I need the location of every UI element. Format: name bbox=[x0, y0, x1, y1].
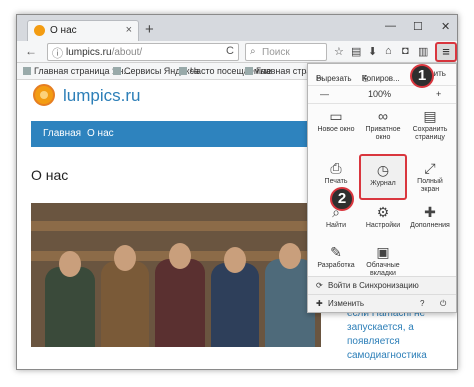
home-icon[interactable]: ⌂ bbox=[385, 45, 392, 57]
customize-button[interactable]: Изменить bbox=[328, 299, 364, 308]
tab-close-icon[interactable]: × bbox=[126, 24, 132, 36]
addons-label: Дополнения bbox=[410, 222, 450, 229]
cut-label: Вырезать bbox=[316, 74, 352, 83]
bookmark-favicon-icon bbox=[113, 67, 121, 75]
new-window-label: Новое окно bbox=[317, 126, 355, 133]
help-icon[interactable]: ? bbox=[420, 299, 424, 308]
search-input[interactable]: Поиск bbox=[262, 47, 290, 58]
history-clock-icon: ◷ bbox=[376, 162, 390, 178]
print-label: Печать bbox=[324, 178, 348, 185]
page-title: О нас bbox=[31, 167, 69, 183]
new-tab-button[interactable]: + bbox=[145, 21, 154, 38]
tab-about[interactable]: О нас × bbox=[27, 20, 139, 41]
photo-shelf bbox=[31, 221, 321, 231]
print-icon: ⎙ bbox=[330, 160, 342, 176]
gear-icon: ⚙ bbox=[376, 204, 390, 220]
browser-menu-panel: ✂ Вырезать ⎘ Копиров... Вставить — 100% … bbox=[307, 63, 457, 313]
menu-button[interactable]: ≡ bbox=[435, 42, 457, 62]
save-page-button[interactable]: ▤ Сохранить страницу bbox=[408, 108, 452, 158]
team-photo bbox=[31, 203, 321, 347]
private-window-icon: ∞ bbox=[378, 108, 388, 124]
zoom-value[interactable]: 100% bbox=[368, 89, 391, 99]
fullscreen-button[interactable]: ⤢ Полный экран bbox=[408, 160, 452, 210]
private-window-label: Приватное окно bbox=[365, 126, 401, 141]
reading-list-icon[interactable]: ▤ bbox=[351, 45, 361, 58]
tab-strip: О нас × + — ☐ ✕ bbox=[17, 15, 457, 41]
minimize-button[interactable]: — bbox=[385, 20, 396, 32]
new-window-button[interactable]: ▭ Новое окно bbox=[314, 108, 358, 158]
developer-label: Разработка bbox=[317, 262, 355, 269]
site-nav-about[interactable]: О нас bbox=[87, 128, 114, 139]
search-icon: ⌕ bbox=[250, 46, 256, 57]
bookmark-favicon-icon bbox=[245, 67, 253, 75]
hamburger-icon: ≡ bbox=[442, 44, 450, 59]
back-button[interactable]: ← bbox=[25, 44, 37, 58]
wrench-icon: ✎ bbox=[330, 244, 342, 260]
photo-person bbox=[211, 263, 259, 347]
sidebar-line[interactable]: запускается, а bbox=[347, 321, 427, 335]
pocket-icon[interactable]: ◘ bbox=[402, 45, 409, 57]
sidebar-line[interactable]: самодиагностика bbox=[347, 349, 427, 363]
puzzle-icon: ✚ bbox=[424, 204, 436, 220]
tab-title: О нас bbox=[50, 25, 77, 36]
downloads-icon[interactable]: ⬇ bbox=[368, 45, 377, 58]
url-host: lumpics.ru bbox=[66, 47, 112, 58]
maximize-button[interactable]: ☐ bbox=[413, 20, 423, 33]
step-badge-2: 2 bbox=[330, 187, 354, 211]
sync-label: Войти в Синхронизацию bbox=[328, 281, 419, 290]
synced-tabs-icon: ▣ bbox=[376, 244, 390, 260]
bookmark-favicon-icon bbox=[23, 67, 31, 75]
sync-row[interactable]: ⟳ Войти в Синхронизацию bbox=[308, 276, 456, 294]
save-page-icon: ▤ bbox=[423, 108, 437, 124]
settings-label: Настройки bbox=[365, 222, 401, 229]
url-text[interactable]: lumpics.ru/about/ bbox=[66, 47, 142, 58]
sidebar-icon[interactable]: ▥ bbox=[418, 45, 428, 58]
quit-icon[interactable]: ⏻ bbox=[440, 299, 446, 309]
site-name[interactable]: lumpics.ru bbox=[63, 86, 140, 106]
photo-head bbox=[279, 243, 301, 269]
sidebar-text: если Hamachi не запускается, а появляетс… bbox=[347, 307, 427, 363]
fullscreen-label: Полный экран bbox=[417, 178, 443, 193]
zoom-in-button[interactable]: + bbox=[436, 89, 441, 99]
photo-head bbox=[114, 245, 136, 271]
find-label: Найти bbox=[326, 222, 346, 229]
site-logo-icon[interactable] bbox=[33, 84, 55, 106]
site-nav-home[interactable]: Главная bbox=[43, 128, 81, 139]
reload-icon[interactable]: C bbox=[226, 45, 234, 57]
copy-label: Копиров... bbox=[362, 74, 400, 83]
step-badge-1: 1 bbox=[410, 64, 434, 88]
photo-head bbox=[169, 243, 191, 269]
customize-row: ✚ Изменить ? ⏻ bbox=[308, 294, 456, 312]
url-bar[interactable]: ⓘ lumpics.ru/about/ C bbox=[47, 43, 239, 61]
bookmark-star-icon[interactable]: ☆ bbox=[334, 45, 344, 58]
photo-person bbox=[45, 267, 95, 347]
fullscreen-icon: ⤢ bbox=[424, 160, 436, 176]
zoom-out-button[interactable]: — bbox=[320, 89, 329, 99]
save-page-label: Сохранить страницу bbox=[412, 126, 448, 141]
customize-plus-icon: ✚ bbox=[316, 299, 323, 308]
search-bar[interactable]: ⌕ Поиск bbox=[245, 43, 327, 61]
addons-button[interactable]: ✚ Дополнения bbox=[408, 204, 452, 254]
url-path: /about/ bbox=[111, 47, 143, 58]
photo-person bbox=[155, 259, 205, 347]
sync-icon: ⟳ bbox=[316, 281, 323, 290]
new-window-icon: ▭ bbox=[329, 108, 343, 124]
close-window-button[interactable]: ✕ bbox=[441, 20, 450, 33]
lumpics-favicon-icon bbox=[34, 25, 45, 36]
sidebar-line[interactable]: появляется bbox=[347, 335, 427, 349]
photo-head bbox=[224, 247, 246, 273]
bookmark-favicon-icon bbox=[179, 67, 187, 75]
photo-person bbox=[101, 261, 149, 347]
private-window-button[interactable]: ∞ Приватное окно bbox=[361, 108, 405, 158]
history-label: Журнал bbox=[370, 180, 396, 187]
browser-window: О нас × + — ☐ ✕ ← ⓘ lumpics.ru/about/ C … bbox=[16, 14, 458, 370]
photo-head bbox=[59, 251, 81, 277]
nav-bar: ← ⓘ lumpics.ru/about/ C ⌕ Поиск ☆ ▤ ⬇ ⌂ … bbox=[17, 41, 457, 63]
site-nav: Главная О нас bbox=[31, 121, 321, 147]
zoom-row: — 100% + bbox=[308, 86, 456, 104]
site-info-icon[interactable]: ⓘ bbox=[52, 45, 63, 61]
history-button[interactable]: ◷ Журнал bbox=[359, 154, 407, 200]
